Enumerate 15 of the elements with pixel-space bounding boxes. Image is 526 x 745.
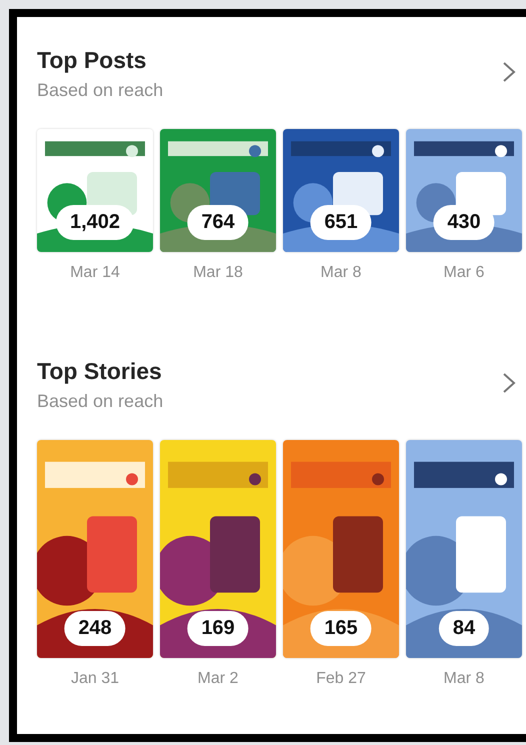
post-date: Mar 2 [198,670,238,688]
section-title: Top Stories [37,358,163,385]
post-date: Mar 18 [193,264,243,282]
post-date: Jan 31 [70,670,120,688]
section-subtitle: Based on reach [37,391,164,412]
post-date: Feb 27 [316,670,366,688]
reach-count: 1,402 [56,205,134,240]
chevron-right-icon[interactable] [502,61,516,83]
section-subtitle: Based on reach [37,80,164,101]
post-date: Mar 8 [320,264,362,282]
post-date: Mar 14 [70,264,120,282]
post-date: Mar 8 [444,670,484,688]
section-title: Top Posts [37,47,148,74]
chevron-right-icon[interactable] [502,372,516,394]
post-date: Mar 6 [444,264,484,282]
